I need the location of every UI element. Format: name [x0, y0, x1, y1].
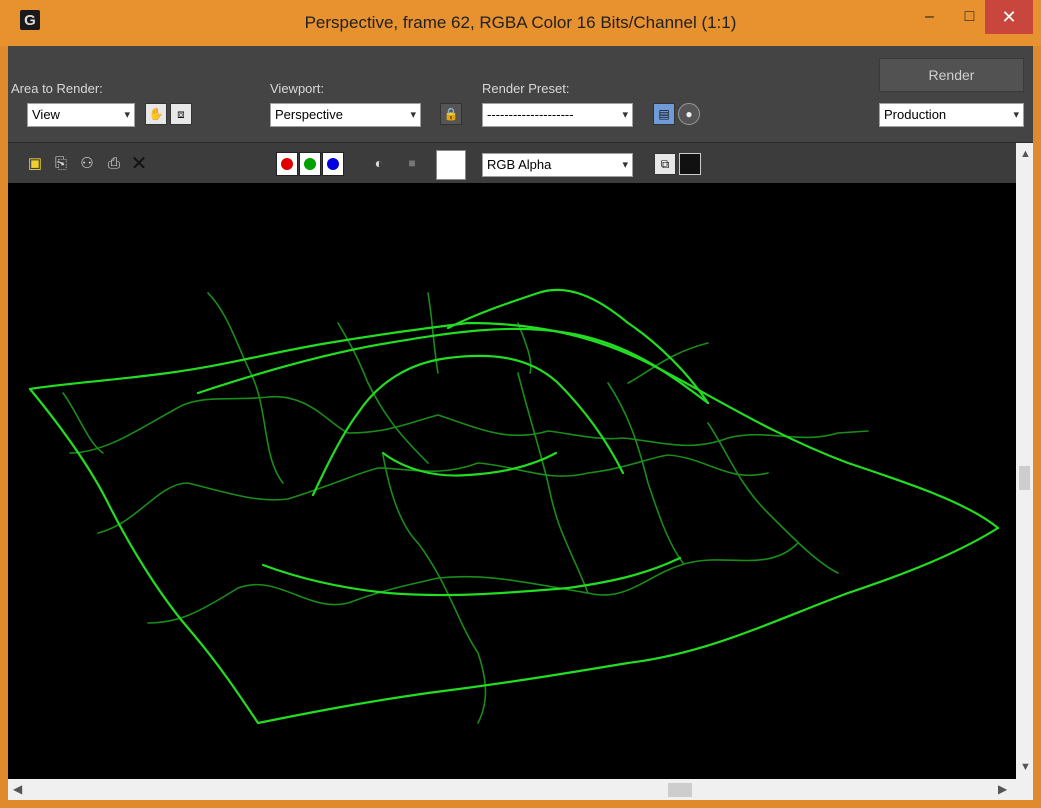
vertical-scrollbar[interactable]: ▲ ▼	[1016, 143, 1033, 779]
scroll-right-icon[interactable]: ▶	[998, 782, 1007, 796]
viewport-select[interactable]: Perspective ▾	[270, 103, 421, 127]
mesh-edge	[28, 387, 260, 725]
mesh-edge	[28, 321, 1000, 530]
clear-icon[interactable]: ✕	[130, 153, 148, 175]
mono-channel-icon[interactable]: ◐	[370, 154, 388, 172]
mesh-line	[367, 382, 429, 464]
blue-channel-icon[interactable]	[322, 152, 344, 176]
alpha-channel-icon[interactable]: ■	[403, 154, 421, 172]
window-title: Perspective, frame 62, RGBA Color 16 Bit…	[304, 13, 737, 32]
preset-files-icon[interactable]: ▤	[653, 103, 675, 125]
production-select[interactable]: Production ▾	[879, 103, 1024, 127]
mesh-line	[62, 392, 104, 454]
green-channel-icon[interactable]	[299, 152, 321, 176]
wireframe-render	[28, 288, 1000, 725]
horizontal-scroll-thumb[interactable]	[668, 783, 692, 797]
crop-region-icon[interactable]: ✋	[145, 103, 167, 125]
area-to-render-select[interactable]: View ▾	[27, 103, 135, 127]
resize-grip[interactable]	[1016, 779, 1033, 800]
print-icon[interactable]: ⎙	[105, 154, 123, 172]
scroll-down-icon[interactable]: ▼	[1020, 761, 1031, 773]
mesh-line	[147, 542, 799, 624]
mesh-line	[607, 382, 684, 564]
mesh-line	[69, 395, 869, 454]
red-channel-icon[interactable]	[276, 152, 298, 176]
render-viewport[interactable]	[8, 183, 1016, 779]
save-image-icon[interactable]: ▣	[26, 154, 44, 172]
region-icon[interactable]: ⧈	[170, 103, 192, 125]
horizontal-scrollbar[interactable]: ◀ ▶	[8, 779, 1016, 800]
mesh-line	[207, 292, 284, 484]
mesh-edge	[446, 288, 710, 405]
render-frame-window: G Perspective, frame 62, RGBA Color 16 B…	[0, 0, 1041, 808]
color-swatch[interactable]	[436, 150, 466, 180]
render-preset-label: Render Preset:	[482, 81, 570, 96]
mesh-line	[627, 342, 709, 384]
frame-buffer-icon[interactable]	[679, 153, 701, 175]
close-button[interactable]: ✕	[985, 0, 1033, 34]
render-button[interactable]: Render	[879, 58, 1024, 92]
copy-image-icon[interactable]: ⎘	[52, 154, 70, 172]
mesh-edge	[256, 526, 1000, 725]
mesh-line	[517, 372, 589, 594]
lock-icon[interactable]: 🔒	[440, 103, 462, 125]
client-area: Area to Render: View ▾ ✋ ⧈ Viewport: Pers…	[8, 46, 1033, 800]
channel-select[interactable]: RGB Alpha ▾	[482, 153, 633, 177]
area-to-render-label: Area to Render:	[11, 81, 103, 96]
render-settings-bar: Area to Render: View ▾ ✋ ⧈ Viewport: Pers…	[8, 46, 1033, 143]
minimize-button[interactable]: –	[907, 0, 952, 34]
viewport-label: Viewport:	[270, 81, 324, 96]
vertical-scroll-thumb[interactable]	[1019, 466, 1030, 490]
title-bar: G Perspective, frame 62, RGBA Color 16 B…	[0, 0, 1041, 46]
mesh-line	[97, 454, 769, 534]
environment-icon[interactable]: ●	[678, 103, 700, 125]
scroll-up-icon[interactable]: ▲	[1020, 148, 1031, 160]
scroll-left-icon[interactable]: ◀	[13, 782, 22, 796]
render-preset-select[interactable]: -------------------- ▾	[482, 103, 633, 127]
display-toggle-icon[interactable]: ⧉	[654, 153, 676, 175]
mesh-line	[707, 422, 839, 574]
clone-window-icon[interactable]: ⚇	[78, 154, 96, 172]
mesh-line	[382, 454, 487, 724]
mesh-edge	[196, 327, 710, 405]
